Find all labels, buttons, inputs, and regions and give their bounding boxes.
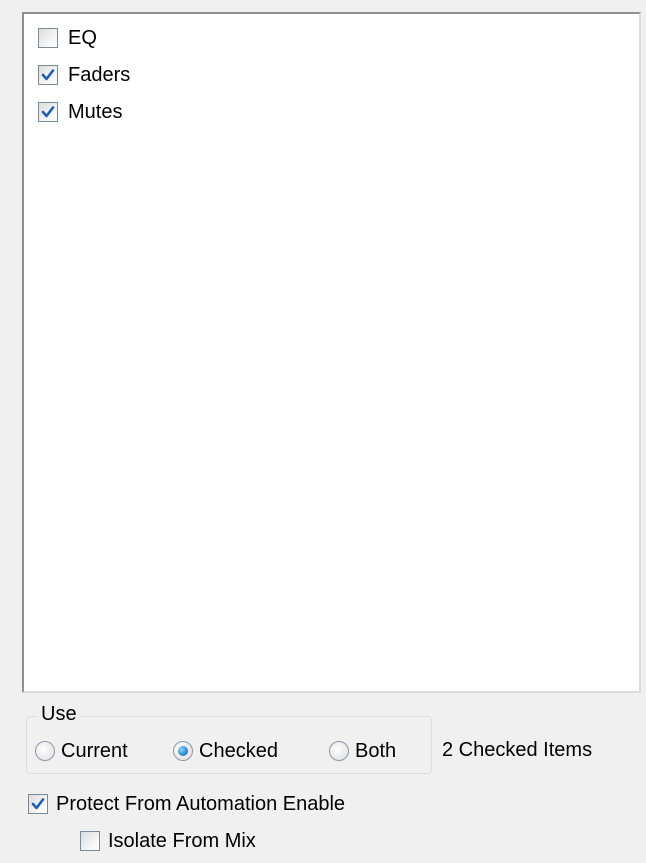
isolate-label: Isolate From Mix	[108, 829, 256, 852]
faders-label: Faders	[68, 63, 131, 86]
list-item-mutes[interactable]: Mutes	[38, 98, 122, 126]
mutes-checkbox[interactable]	[38, 102, 58, 122]
both-radio-icon[interactable]	[329, 741, 349, 761]
list-item-faders[interactable]: Faders	[38, 61, 130, 89]
checked-items-count: 2 Checked Items	[442, 739, 593, 761]
protect-checkbox[interactable]	[28, 794, 48, 814]
use-group-legend: Use	[37, 703, 81, 725]
eq-label: EQ	[68, 26, 97, 49]
faders-checkbox[interactable]	[38, 65, 58, 85]
current-radio-icon[interactable]	[35, 741, 55, 761]
both-radio-label: Both	[355, 739, 397, 762]
protect-from-automation-option[interactable]: Protect From Automation Enable	[28, 790, 345, 818]
radio-both[interactable]: Both	[329, 737, 396, 765]
radio-checked[interactable]: Checked	[173, 737, 278, 765]
mutes-label: Mutes	[68, 100, 123, 123]
current-radio-label: Current	[61, 739, 128, 762]
list-item-eq[interactable]: EQ	[38, 24, 97, 52]
check-mark-icon	[41, 106, 55, 118]
check-mark-icon	[41, 69, 55, 81]
checked-radio-label: Checked	[199, 739, 278, 762]
eq-checkbox[interactable]	[38, 28, 58, 48]
parameter-list[interactable]: EQ Faders Mutes	[22, 12, 641, 693]
radio-current[interactable]: Current	[35, 737, 128, 765]
isolate-from-mix-option[interactable]: Isolate From Mix	[80, 827, 256, 855]
check-mark-icon	[31, 798, 45, 810]
use-groupbox: Use Current Checked Both	[26, 703, 432, 774]
checked-radio-icon[interactable]	[173, 741, 193, 761]
isolate-checkbox[interactable]	[80, 831, 100, 851]
protect-label: Protect From Automation Enable	[56, 792, 346, 815]
